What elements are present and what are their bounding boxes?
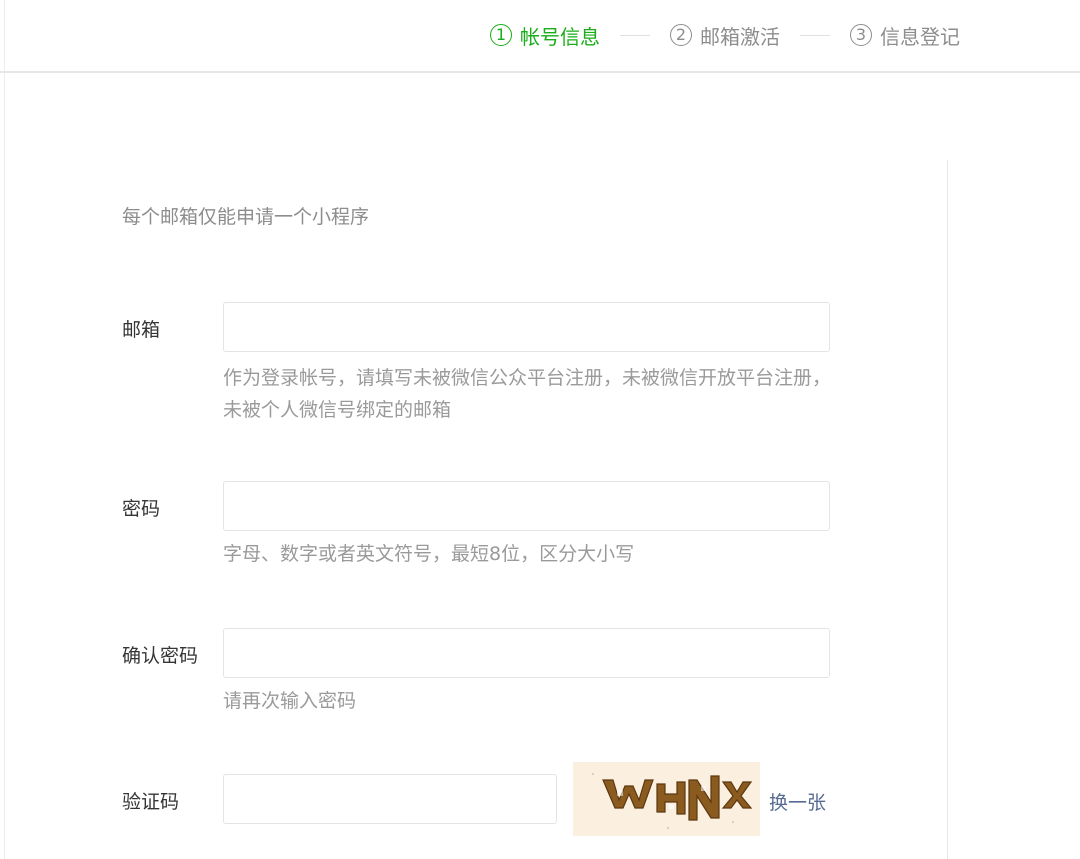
- step-label-info-registration: 信息登记: [880, 24, 960, 49]
- step-separator: [800, 34, 830, 36]
- step-info-registration: 3 信息登记: [850, 21, 960, 50]
- password-hint: 字母、数字或者英文符号，最短8位，区分大小写: [223, 543, 635, 565]
- step-separator: [620, 34, 650, 36]
- step-number-3: 3: [850, 24, 872, 46]
- captcha-label: 验证码: [122, 791, 180, 813]
- confirm-password-hint: 请再次输入密码: [223, 690, 357, 712]
- captcha-image[interactable]: [573, 762, 760, 836]
- password-input[interactable]: [223, 481, 830, 531]
- step-header: 1 帐号信息 2 邮箱激活 3 信息登记: [0, 0, 1080, 73]
- refresh-captcha-link[interactable]: 换一张: [769, 788, 826, 815]
- content-divider: [947, 160, 948, 859]
- password-label: 密码: [122, 498, 161, 520]
- email-label: 邮箱: [122, 319, 161, 341]
- captcha-input[interactable]: [223, 774, 557, 824]
- form-intro-text: 每个邮箱仅能申请一个小程序: [122, 206, 370, 228]
- step-label-account-info: 帐号信息: [520, 24, 600, 49]
- step-progress: 1 帐号信息 2 邮箱激活 3 信息登记: [490, 20, 960, 50]
- email-hint: 作为登录帐号，请填写未被微信公众平台注册，未被微信开放平台注册，未被个人微信号绑…: [223, 367, 832, 421]
- registration-page: 1 帐号信息 2 邮箱激活 3 信息登记 每个邮箱仅能申请一个小程序 邮箱 作为…: [0, 0, 1080, 859]
- left-edge-line: [4, 0, 5, 859]
- confirm-password-input[interactable]: [223, 628, 830, 678]
- step-account-info: 1 帐号信息: [490, 21, 600, 50]
- email-input[interactable]: [223, 302, 830, 352]
- confirm-password-label: 确认密码: [122, 645, 199, 667]
- step-number-2: 2: [670, 24, 692, 46]
- step-label-email-activation: 邮箱激活: [700, 24, 780, 49]
- step-number-1: 1: [490, 24, 512, 46]
- step-email-activation: 2 邮箱激活: [670, 21, 780, 50]
